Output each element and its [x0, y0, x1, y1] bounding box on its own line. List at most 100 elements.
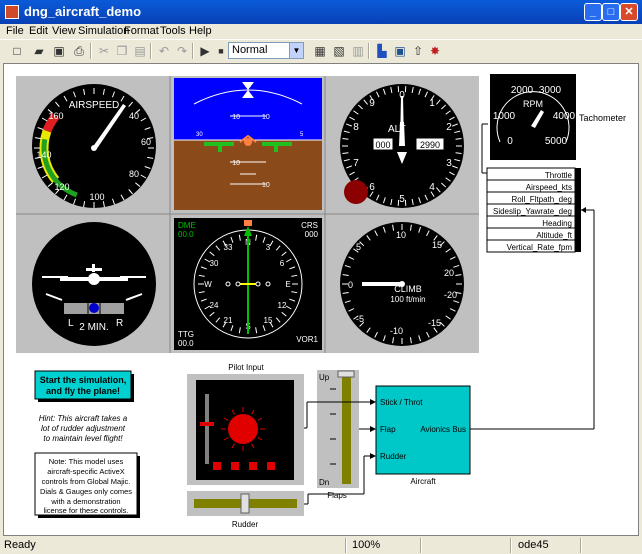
simulation-mode-value: Normal [232, 44, 268, 56]
tach-tick-3000: 3000 [539, 85, 562, 96]
flaps-slider-thumb[interactable] [337, 370, 355, 378]
undo-icon[interactable]: ↶ [155, 43, 173, 59]
model-explorer-icon[interactable]: ▣ [391, 43, 409, 59]
simulation-mode-select[interactable]: Normal ▼ [228, 42, 304, 59]
cut-icon[interactable]: ✂ [95, 43, 113, 59]
ttg-label: TTG [178, 330, 194, 339]
hsi-tick-33: 33 [224, 243, 233, 252]
model-canvas[interactable]: AIRSPEED 160 40 140 60 120 80 100 10 10 … [3, 63, 639, 536]
vsi-unit: 100 ft/min [390, 295, 425, 304]
new-file-icon[interactable]: □ [8, 43, 26, 59]
zoom-level: 100% [352, 539, 381, 551]
redo-icon[interactable]: ↷ [173, 43, 191, 59]
menu-bar: File Edit View Simulation Format Tools H… [0, 24, 642, 39]
hsi-tick-21: 21 [224, 316, 233, 325]
altimeter-needle-short [399, 122, 405, 146]
pitch-label: 10 [262, 182, 270, 189]
alt-tick-1: 1 [429, 98, 435, 109]
bus-signal-vertical-rate: Vertical_Rate_fpm [507, 243, 573, 252]
hsi-tick-24: 24 [210, 301, 219, 310]
hsi-tick-15: 15 [264, 316, 273, 325]
close-button[interactable]: ✕ [620, 3, 638, 21]
pitch-label: 10 [232, 114, 240, 121]
start-text-line2: and fly the plane! [46, 386, 120, 396]
pitch-label: 10 [232, 160, 240, 167]
flaps-up-label: Up [319, 373, 330, 382]
vsi-tick-neg5: -5 [356, 314, 364, 324]
airspeed-tick-40: 40 [129, 111, 139, 121]
menu-help[interactable]: Help [189, 25, 212, 37]
bus-signal-throttle: Throttle [545, 171, 573, 180]
solver-name: ode45 [518, 539, 549, 551]
alt-tick-6: 6 [369, 182, 375, 193]
hsi-tick-e: E [285, 280, 290, 289]
bus-signal-roll: Roll_Fltpath_deg [512, 195, 572, 204]
bus-signal-airspeed: Airspeed_kts [526, 183, 572, 192]
bus-signal-sideslip: Sideslip_Yawrate_deg [493, 207, 572, 216]
library-browser-icon[interactable]: ▙ [373, 43, 391, 59]
port-avionics-bus: Avionics Bus [420, 425, 466, 434]
vsi-needle [362, 282, 404, 286]
turn-right-label: R [116, 318, 123, 329]
menu-format[interactable]: Format [124, 25, 159, 37]
ttg-value: 00.0 [178, 339, 194, 348]
alt-tick-9: 9 [369, 98, 375, 109]
hsi-tick-12: 12 [278, 301, 287, 310]
tach-tick-5000: 5000 [545, 136, 568, 147]
maximize-button[interactable]: □ [602, 3, 620, 21]
tach-tick-2000: 2000 [511, 85, 534, 96]
aircraft-subsystem[interactable]: Stick / Throt Flap Rudder Avionics Bus [375, 385, 471, 475]
incremental-build-icon[interactable]: ▥ [349, 43, 367, 59]
flaps-label: Flaps [327, 491, 347, 500]
paste-icon[interactable]: ▤ [131, 43, 149, 59]
hsi-tick-30: 30 [210, 259, 219, 268]
menu-simulation[interactable]: Simulation [78, 25, 129, 37]
alt-tick-8: 8 [353, 122, 359, 133]
hsi-tick-w: W [204, 280, 212, 289]
tachometer-label: Tachometer [579, 113, 626, 123]
dme-label: DME [178, 221, 196, 230]
altimeter-drum-left: 000 [375, 140, 390, 150]
status-bar: Ready 100% ode45 [0, 537, 642, 554]
pilot-input-joystick[interactable] [187, 374, 304, 485]
alt-tick-4: 4 [429, 182, 435, 193]
airspeed-label: AIRSPEED [69, 100, 120, 111]
attitude-indicator: 10 10 10 10 30 5 [174, 78, 322, 210]
print-icon[interactable]: ⎙ [70, 43, 88, 59]
tach-tick-1000: 1000 [493, 111, 516, 122]
go-to-parent-icon[interactable]: ⇧ [409, 43, 427, 59]
status-text: Ready [4, 539, 36, 551]
menu-view[interactable]: View [52, 25, 76, 37]
app-icon [5, 5, 19, 19]
note-line6: license for these controls. [43, 506, 128, 515]
minimize-button[interactable]: _ [584, 3, 602, 21]
hsi: N 3 6 E 12 15 S 21 24 W 30 33 DME 00.0 C… [174, 218, 322, 350]
rudder-slider-thumb[interactable] [240, 493, 250, 514]
license-note[interactable]: Note: This model uses aircraft-specific … [34, 452, 140, 518]
chevron-down-icon[interactable]: ▼ [289, 43, 303, 58]
title-bar: dng_aircraft_demo _ □ ✕ [0, 0, 642, 24]
menu-edit[interactable]: Edit [29, 25, 48, 37]
flaps-slider[interactable]: Up Dn [317, 370, 359, 488]
copy-icon[interactable]: ❐ [113, 43, 131, 59]
menu-tools[interactable]: Tools [160, 25, 186, 37]
vertical-speed-indicator: 0 5 10 15 20 -5 -10 -15 -20 CLIMB 100 ft… [340, 222, 464, 346]
save-icon[interactable]: ▣ [50, 43, 68, 59]
pilot-input-label: Pilot Input [228, 363, 264, 372]
airspeed-tick-60: 60 [141, 137, 151, 147]
altimeter: 0 1 2 3 4 5 6 7 8 9 ALT 000 2990 [340, 84, 464, 208]
start-text-line1: Start the simulation, [40, 375, 127, 385]
window-title: dng_aircraft_demo [24, 4, 142, 19]
update-diagram-icon[interactable]: ▧ [330, 43, 348, 59]
rudder-slider[interactable] [187, 491, 304, 516]
menu-file[interactable]: File [6, 25, 24, 37]
build-icon[interactable]: ▦ [311, 43, 329, 59]
debug-icon[interactable]: ✸ [426, 43, 444, 59]
open-folder-icon[interactable]: ▰ [30, 43, 48, 59]
port-rudder: Rudder [380, 452, 407, 461]
airspeed-tick-120: 120 [54, 182, 69, 192]
vsi-tick-15: 15 [432, 240, 442, 250]
alt-tick-2: 2 [446, 122, 452, 133]
start-simulation-annotation[interactable]: Start the simulation, and fly the plane! [34, 370, 134, 402]
vor-label: VOR1 [296, 335, 318, 344]
